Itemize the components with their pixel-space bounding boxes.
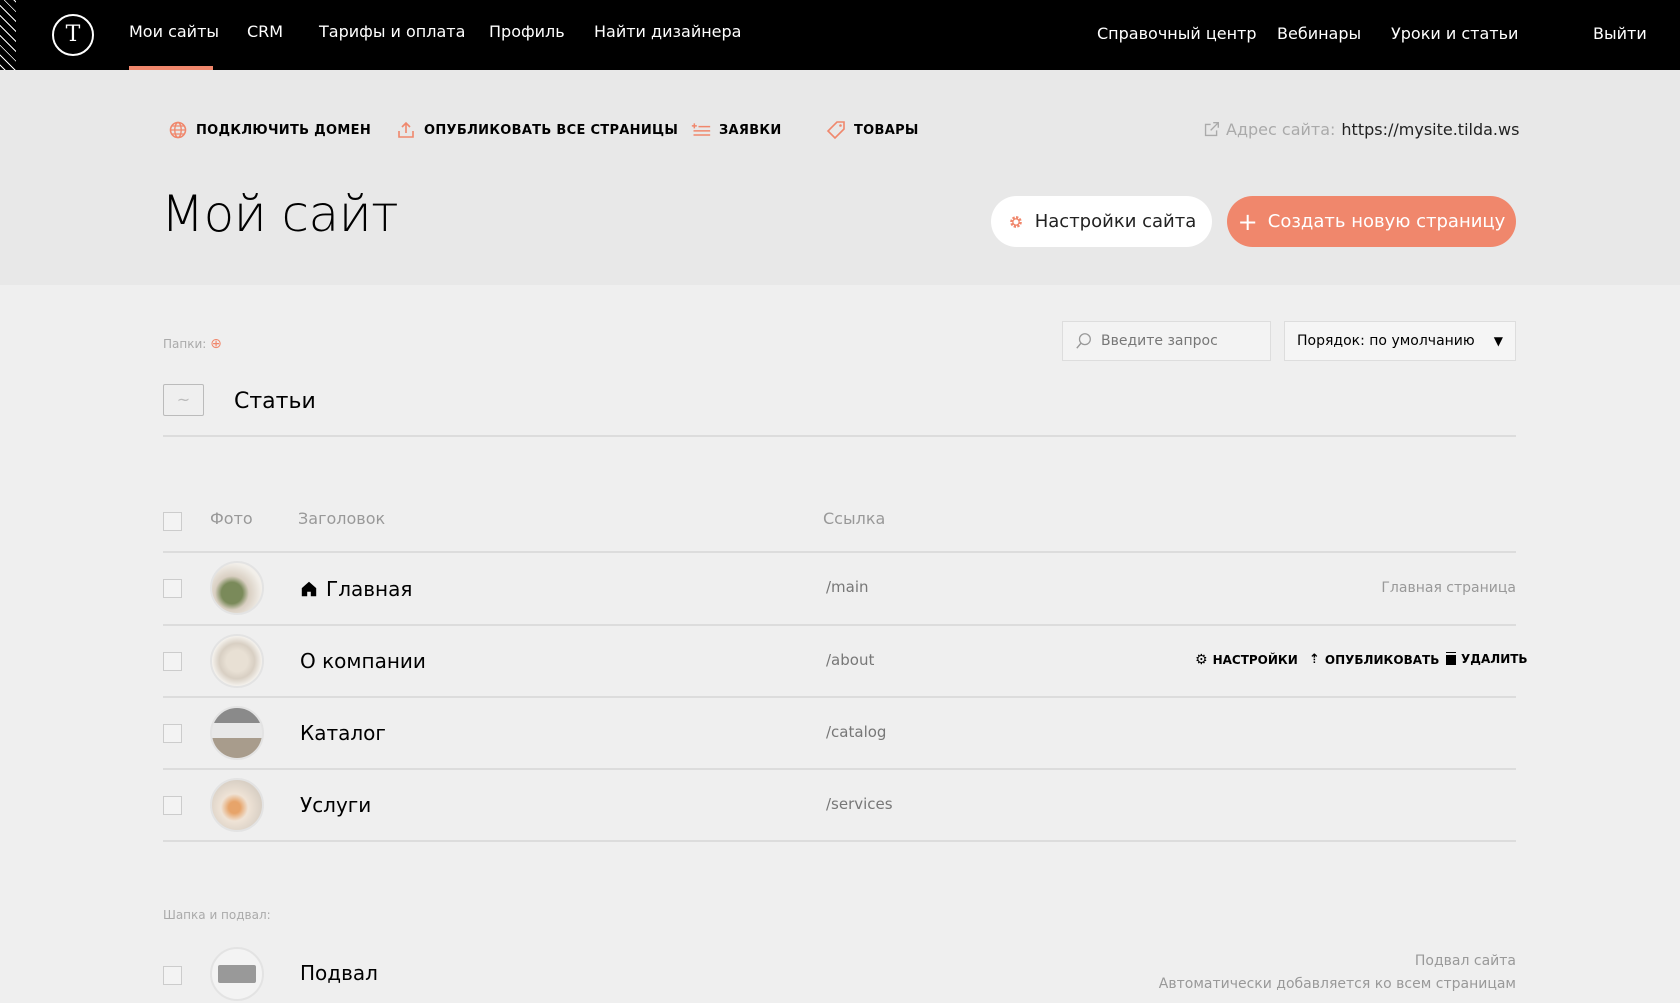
folder-articles[interactable]: Статьи xyxy=(234,389,316,414)
page-thumbnail xyxy=(210,634,264,688)
divider xyxy=(163,435,1516,437)
site-address-label: Адрес сайта: xyxy=(1226,120,1336,139)
row-delete-label: УДАЛИТЬ xyxy=(1461,652,1528,666)
leads-label: ЗАЯВКИ xyxy=(719,122,782,138)
folders-label-row: Папки: ⊕ xyxy=(163,336,222,352)
site-address-link[interactable]: https://mysite.tilda.ws xyxy=(1341,120,1519,139)
page-title: Мой сайт xyxy=(161,185,399,243)
site-settings-button[interactable]: Настройки сайта xyxy=(991,196,1212,247)
site-settings-label: Настройки сайта xyxy=(1034,211,1197,232)
folder-icon[interactable]: ~ xyxy=(163,384,204,416)
row-link[interactable]: /main xyxy=(826,578,869,596)
row-checkbox[interactable] xyxy=(163,579,182,598)
gear-icon: ⚙ xyxy=(1195,652,1208,668)
page-thumbnail xyxy=(210,561,264,615)
home-icon xyxy=(301,581,317,597)
page-title-services[interactable]: Услуги xyxy=(300,793,371,817)
row-title: О компании xyxy=(300,649,426,673)
divider xyxy=(163,551,1516,553)
divider xyxy=(163,624,1516,626)
logout-link[interactable]: Выйти xyxy=(1593,24,1647,43)
tilda-logo[interactable]: T xyxy=(52,14,94,56)
connect-domain-button[interactable]: ПОДКЛЮЧИТЬ ДОМЕН xyxy=(168,120,371,140)
sort-value: Порядок: по умолчанию xyxy=(1297,333,1475,349)
row-delete-button[interactable]: УДАЛИТЬ xyxy=(1446,652,1528,666)
page-title-footer[interactable]: Подвал xyxy=(300,961,378,985)
row-checkbox[interactable] xyxy=(163,652,182,671)
row-settings-label: НАСТРОЙКИ xyxy=(1212,653,1298,667)
row-checkbox[interactable] xyxy=(163,966,182,985)
page-thumbnail xyxy=(210,706,264,760)
column-header-title: Заголовок xyxy=(298,509,386,528)
nav-find-designer[interactable]: Найти дизайнера xyxy=(594,22,741,41)
column-header-photo: Фото xyxy=(210,509,253,528)
row-link[interactable]: /about xyxy=(826,651,874,669)
row-title: Главная xyxy=(326,577,413,601)
upload-icon xyxy=(398,121,414,138)
row-link[interactable]: /services xyxy=(826,795,893,813)
plus-icon: + xyxy=(1237,207,1258,236)
search-input[interactable]: Введите запрос xyxy=(1062,321,1271,361)
row-title: Услуги xyxy=(300,793,372,817)
zigzag-decoration xyxy=(0,0,16,70)
row-checkbox[interactable] xyxy=(163,724,182,743)
publish-all-button[interactable]: ОПУБЛИКОВАТЬ ВСЕ СТРАНИЦЫ xyxy=(396,120,678,140)
footer-note: Подвал сайта xyxy=(1414,953,1516,969)
header-footer-label: Шапка и подвал: xyxy=(163,908,271,922)
row-publish-button[interactable]: ⇡ ОПУБЛИКОВАТЬ xyxy=(1309,652,1439,667)
search-icon xyxy=(1076,333,1091,349)
row-publish-label: ОПУБЛИКОВАТЬ xyxy=(1324,652,1440,667)
nav-lessons[interactable]: Уроки и статьи xyxy=(1391,24,1518,43)
row-settings-button[interactable]: ⚙ НАСТРОЙКИ xyxy=(1195,652,1298,668)
caret-down-icon: ▼ xyxy=(1493,334,1503,348)
sort-select[interactable]: Порядок: по умолчанию ▼ xyxy=(1284,321,1516,361)
row-title: Подвал xyxy=(300,961,378,985)
add-folder-icon[interactable]: ⊕ xyxy=(210,336,222,352)
create-page-button[interactable]: + Создать новую страницу xyxy=(1227,196,1516,247)
column-header-link: Ссылка xyxy=(823,509,886,528)
row-checkbox[interactable] xyxy=(163,796,182,815)
publish-all-label: ОПУБЛИКОВАТЬ ВСЕ СТРАНИЦЫ xyxy=(424,122,679,138)
page-thumbnail xyxy=(210,778,264,832)
footer-note-auto: Автоматически добавляется ко всем страни… xyxy=(1158,976,1516,992)
create-page-label: Создать новую страницу xyxy=(1267,211,1506,232)
site-header xyxy=(0,70,1680,285)
list-add-icon xyxy=(691,123,711,136)
page-title-catalog[interactable]: Каталог xyxy=(300,721,386,745)
nav-crm[interactable]: CRM xyxy=(247,22,283,41)
folders-label: Папки: xyxy=(163,337,207,351)
divider xyxy=(163,840,1516,842)
products-label: ТОВАРЫ xyxy=(854,122,919,138)
products-button[interactable]: ТОВАРЫ xyxy=(826,120,919,140)
gear-icon xyxy=(1009,215,1022,228)
connect-domain-label: ПОДКЛЮЧИТЬ ДОМЕН xyxy=(196,122,372,138)
site-address: Адрес сайта: https://mysite.tilda.ws xyxy=(1203,120,1519,139)
tag-icon xyxy=(826,121,845,140)
select-all-checkbox[interactable] xyxy=(163,512,182,531)
nav-my-sites[interactable]: Мои сайты xyxy=(129,22,219,41)
row-link[interactable]: /catalog xyxy=(826,723,886,741)
home-page-note: Главная страница xyxy=(1381,580,1516,596)
external-link-icon xyxy=(1204,122,1219,137)
divider xyxy=(163,768,1516,770)
page-title-about[interactable]: О компании xyxy=(300,649,426,673)
nav-tariffs[interactable]: Тарифы и оплата xyxy=(319,22,465,41)
nav-help-center[interactable]: Справочный центр xyxy=(1097,24,1257,43)
nav-webinars[interactable]: Вебинары xyxy=(1277,24,1361,43)
divider xyxy=(163,696,1516,698)
globe-icon xyxy=(169,121,187,139)
nav-profile[interactable]: Профиль xyxy=(489,22,565,41)
row-title: Каталог xyxy=(300,721,386,745)
search-placeholder: Введите запрос xyxy=(1101,333,1218,349)
footer-thumbnail xyxy=(210,947,264,1001)
page-title-main[interactable]: Главная xyxy=(300,577,412,601)
leads-button[interactable]: ЗАЯВКИ xyxy=(691,120,782,140)
trash-icon xyxy=(1446,653,1456,665)
top-navbar: T Мои сайты CRM Тарифы и оплата Профиль … xyxy=(0,0,1680,70)
cloud-upload-icon: ⇡ xyxy=(1309,652,1320,667)
